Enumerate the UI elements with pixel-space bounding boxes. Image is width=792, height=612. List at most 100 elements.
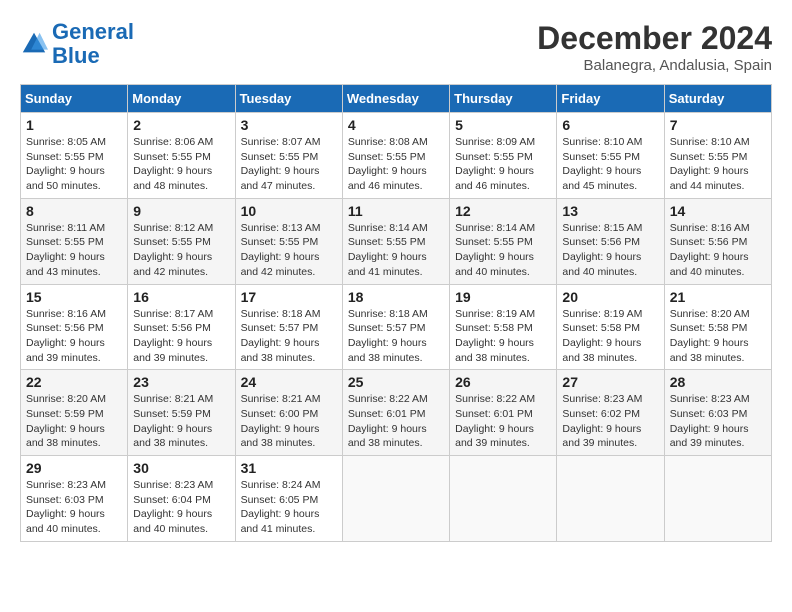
title-block: December 2024 Balanegra, Andalusia, Spai… (537, 20, 772, 74)
calendar-day-cell: 12 Sunrise: 8:14 AMSunset: 5:55 PMDaylig… (450, 198, 557, 284)
day-number: 20 (562, 289, 658, 305)
calendar-week-row: 1 Sunrise: 8:05 AMSunset: 5:55 PMDayligh… (21, 113, 772, 199)
logo-text: General Blue (52, 20, 134, 68)
day-number: 8 (26, 203, 122, 219)
day-info: Sunrise: 8:19 AMSunset: 5:58 PMDaylight:… (562, 307, 658, 366)
day-info: Sunrise: 8:15 AMSunset: 5:56 PMDaylight:… (562, 221, 658, 280)
day-info: Sunrise: 8:13 AMSunset: 5:55 PMDaylight:… (241, 221, 337, 280)
day-number: 5 (455, 117, 551, 133)
day-info: Sunrise: 8:09 AMSunset: 5:55 PMDaylight:… (455, 135, 551, 194)
calendar-day-cell: 3 Sunrise: 8:07 AMSunset: 5:55 PMDayligh… (235, 113, 342, 199)
day-info: Sunrise: 8:23 AMSunset: 6:03 PMDaylight:… (670, 392, 766, 451)
location: Balanegra, Andalusia, Spain (537, 57, 772, 74)
day-number: 13 (562, 203, 658, 219)
page-header: General Blue December 2024 Balanegra, An… (20, 20, 772, 74)
calendar-day-cell: 27 Sunrise: 8:23 AMSunset: 6:02 PMDaylig… (557, 370, 664, 456)
day-number: 21 (670, 289, 766, 305)
calendar-day-cell: 1 Sunrise: 8:05 AMSunset: 5:55 PMDayligh… (21, 113, 128, 199)
day-info: Sunrise: 8:17 AMSunset: 5:56 PMDaylight:… (133, 307, 229, 366)
calendar-day-cell: 13 Sunrise: 8:15 AMSunset: 5:56 PMDaylig… (557, 198, 664, 284)
day-info: Sunrise: 8:10 AMSunset: 5:55 PMDaylight:… (562, 135, 658, 194)
day-info: Sunrise: 8:21 AMSunset: 5:59 PMDaylight:… (133, 392, 229, 451)
day-info: Sunrise: 8:18 AMSunset: 5:57 PMDaylight:… (348, 307, 444, 366)
calendar-day-cell: 8 Sunrise: 8:11 AMSunset: 5:55 PMDayligh… (21, 198, 128, 284)
calendar-week-row: 15 Sunrise: 8:16 AMSunset: 5:56 PMDaylig… (21, 284, 772, 370)
day-number: 2 (133, 117, 229, 133)
day-number: 12 (455, 203, 551, 219)
calendar-day-cell: 6 Sunrise: 8:10 AMSunset: 5:55 PMDayligh… (557, 113, 664, 199)
calendar-day-cell: 17 Sunrise: 8:18 AMSunset: 5:57 PMDaylig… (235, 284, 342, 370)
day-info: Sunrise: 8:12 AMSunset: 5:55 PMDaylight:… (133, 221, 229, 280)
day-info: Sunrise: 8:24 AMSunset: 6:05 PMDaylight:… (241, 478, 337, 537)
day-info: Sunrise: 8:16 AMSunset: 5:56 PMDaylight:… (26, 307, 122, 366)
day-number: 24 (241, 374, 337, 390)
calendar-day-cell (664, 456, 771, 542)
calendar-day-cell: 30 Sunrise: 8:23 AMSunset: 6:04 PMDaylig… (128, 456, 235, 542)
calendar-day-cell: 31 Sunrise: 8:24 AMSunset: 6:05 PMDaylig… (235, 456, 342, 542)
calendar-day-cell: 11 Sunrise: 8:14 AMSunset: 5:55 PMDaylig… (342, 198, 449, 284)
weekday-header-row: Sunday Monday Tuesday Wednesday Thursday… (21, 85, 772, 113)
day-number: 7 (670, 117, 766, 133)
day-number: 23 (133, 374, 229, 390)
header-monday: Monday (128, 85, 235, 113)
calendar-week-row: 8 Sunrise: 8:11 AMSunset: 5:55 PMDayligh… (21, 198, 772, 284)
day-number: 1 (26, 117, 122, 133)
header-thursday: Thursday (450, 85, 557, 113)
day-info: Sunrise: 8:20 AMSunset: 5:59 PMDaylight:… (26, 392, 122, 451)
calendar-day-cell: 14 Sunrise: 8:16 AMSunset: 5:56 PMDaylig… (664, 198, 771, 284)
day-number: 14 (670, 203, 766, 219)
day-number: 27 (562, 374, 658, 390)
logo-line2: Blue (52, 43, 100, 68)
calendar-day-cell: 23 Sunrise: 8:21 AMSunset: 5:59 PMDaylig… (128, 370, 235, 456)
day-info: Sunrise: 8:14 AMSunset: 5:55 PMDaylight:… (348, 221, 444, 280)
day-info: Sunrise: 8:10 AMSunset: 5:55 PMDaylight:… (670, 135, 766, 194)
day-info: Sunrise: 8:23 AMSunset: 6:02 PMDaylight:… (562, 392, 658, 451)
day-info: Sunrise: 8:23 AMSunset: 6:03 PMDaylight:… (26, 478, 122, 537)
header-wednesday: Wednesday (342, 85, 449, 113)
day-number: 16 (133, 289, 229, 305)
calendar-day-cell: 22 Sunrise: 8:20 AMSunset: 5:59 PMDaylig… (21, 370, 128, 456)
header-saturday: Saturday (664, 85, 771, 113)
calendar-day-cell: 9 Sunrise: 8:12 AMSunset: 5:55 PMDayligh… (128, 198, 235, 284)
day-number: 18 (348, 289, 444, 305)
calendar-day-cell: 2 Sunrise: 8:06 AMSunset: 5:55 PMDayligh… (128, 113, 235, 199)
day-number: 9 (133, 203, 229, 219)
day-info: Sunrise: 8:18 AMSunset: 5:57 PMDaylight:… (241, 307, 337, 366)
day-info: Sunrise: 8:21 AMSunset: 6:00 PMDaylight:… (241, 392, 337, 451)
day-number: 22 (26, 374, 122, 390)
day-info: Sunrise: 8:23 AMSunset: 6:04 PMDaylight:… (133, 478, 229, 537)
logo-icon (20, 30, 48, 58)
calendar-day-cell: 4 Sunrise: 8:08 AMSunset: 5:55 PMDayligh… (342, 113, 449, 199)
header-sunday: Sunday (21, 85, 128, 113)
calendar-table: Sunday Monday Tuesday Wednesday Thursday… (20, 84, 772, 542)
calendar-day-cell: 19 Sunrise: 8:19 AMSunset: 5:58 PMDaylig… (450, 284, 557, 370)
day-number: 28 (670, 374, 766, 390)
day-info: Sunrise: 8:16 AMSunset: 5:56 PMDaylight:… (670, 221, 766, 280)
calendar-day-cell: 10 Sunrise: 8:13 AMSunset: 5:55 PMDaylig… (235, 198, 342, 284)
day-number: 11 (348, 203, 444, 219)
day-number: 26 (455, 374, 551, 390)
day-number: 3 (241, 117, 337, 133)
day-info: Sunrise: 8:11 AMSunset: 5:55 PMDaylight:… (26, 221, 122, 280)
logo-line1: General (52, 19, 134, 44)
day-info: Sunrise: 8:22 AMSunset: 6:01 PMDaylight:… (348, 392, 444, 451)
calendar-day-cell: 25 Sunrise: 8:22 AMSunset: 6:01 PMDaylig… (342, 370, 449, 456)
day-info: Sunrise: 8:05 AMSunset: 5:55 PMDaylight:… (26, 135, 122, 194)
calendar-day-cell (342, 456, 449, 542)
calendar-day-cell (557, 456, 664, 542)
calendar-day-cell (450, 456, 557, 542)
calendar-day-cell: 15 Sunrise: 8:16 AMSunset: 5:56 PMDaylig… (21, 284, 128, 370)
header-tuesday: Tuesday (235, 85, 342, 113)
calendar-week-row: 22 Sunrise: 8:20 AMSunset: 5:59 PMDaylig… (21, 370, 772, 456)
calendar-day-cell: 20 Sunrise: 8:19 AMSunset: 5:58 PMDaylig… (557, 284, 664, 370)
day-number: 31 (241, 460, 337, 476)
calendar-day-cell: 16 Sunrise: 8:17 AMSunset: 5:56 PMDaylig… (128, 284, 235, 370)
day-info: Sunrise: 8:22 AMSunset: 6:01 PMDaylight:… (455, 392, 551, 451)
day-info: Sunrise: 8:08 AMSunset: 5:55 PMDaylight:… (348, 135, 444, 194)
calendar-day-cell: 28 Sunrise: 8:23 AMSunset: 6:03 PMDaylig… (664, 370, 771, 456)
day-info: Sunrise: 8:14 AMSunset: 5:55 PMDaylight:… (455, 221, 551, 280)
calendar-day-cell: 24 Sunrise: 8:21 AMSunset: 6:00 PMDaylig… (235, 370, 342, 456)
day-number: 25 (348, 374, 444, 390)
header-friday: Friday (557, 85, 664, 113)
day-number: 15 (26, 289, 122, 305)
